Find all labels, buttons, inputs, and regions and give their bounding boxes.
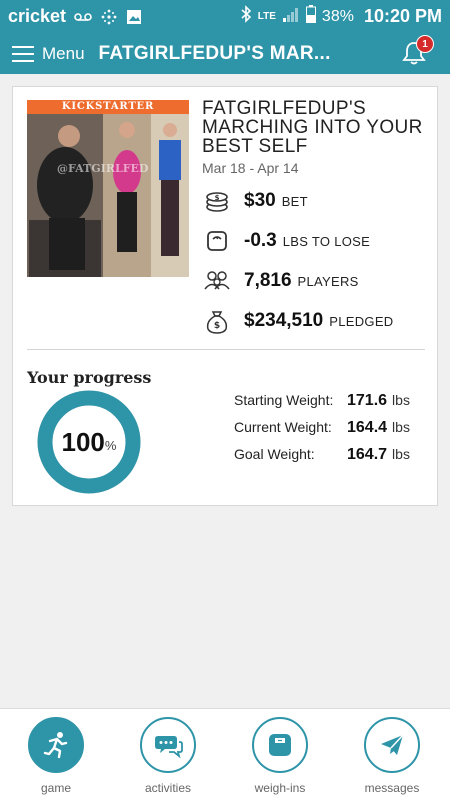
challenge-card[interactable]: KICKSTARTER @FATGIRLFED FATGIRLFEDUP'S M… (12, 86, 438, 506)
challenge-title: FATGIRLFEDUP'S MARCHING INTO YOUR BEST S… (202, 98, 423, 157)
svg-text:$: $ (214, 321, 220, 331)
goal-weight-unit: lbs (392, 446, 410, 462)
bet-value: $30 (244, 190, 276, 211)
bottom-nav: game activities weigh-ins messages (0, 708, 450, 800)
progress-percent: 100 % (37, 390, 141, 494)
starting-weight-unit: lbs (392, 392, 410, 408)
starting-weight-label: Starting Weight: (234, 392, 334, 408)
players-icon (202, 266, 232, 296)
goal-weight-value: 164.7 (347, 446, 388, 463)
nav-activities[interactable]: activities (133, 717, 203, 795)
network-type: LTE (257, 11, 276, 22)
scale-icon (202, 226, 232, 256)
lbs-to-lose-unit: LBS TO LOSE (282, 233, 371, 249)
lbs-to-lose-value: -0.3 (244, 230, 277, 251)
challenge-dates: Mar 18 - Apr 14 (202, 160, 299, 176)
app-bar: Menu FATGIRLFEDUP'S MAR... 1 (0, 33, 450, 74)
money-bag-icon: $ (202, 306, 232, 336)
notification-badge: 1 (416, 35, 434, 53)
app-dots-icon (100, 8, 118, 26)
coins-icon: $ (202, 186, 232, 216)
carrier-name: cricket (8, 6, 67, 26)
signal-icon (282, 6, 300, 27)
current-weight-row: Current Weight: 164.4 lbs (234, 419, 434, 446)
pledged-unit: PLEDGED (329, 313, 394, 329)
players-value: 7,816 (244, 270, 292, 291)
current-weight-value: 164.4 (347, 419, 388, 436)
battery-icon (305, 5, 316, 28)
page-title: FATGIRLFEDUP'S MAR... (98, 42, 331, 64)
starting-weight-row: Starting Weight: 171.6 lbs (234, 392, 434, 419)
runner-icon[interactable] (28, 717, 84, 773)
photo-watermark: @FATGIRLFED (57, 162, 149, 175)
chat-bubbles-icon[interactable] (140, 717, 196, 773)
menu-icon[interactable] (12, 45, 34, 62)
bet-unit: BET (281, 193, 308, 209)
current-weight-label: Current Weight: (234, 419, 332, 435)
nav-weigh-ins-label[interactable]: weigh-ins (245, 781, 315, 795)
scale-icon[interactable] (252, 717, 308, 773)
nav-messages[interactable]: messages (357, 717, 427, 795)
current-weight-unit: lbs (392, 419, 410, 435)
clock: 10:20 PM (363, 6, 442, 26)
bluetooth-icon (240, 5, 252, 28)
voicemail-icon (74, 12, 92, 22)
kickstarter-banner: KICKSTARTER (27, 100, 189, 114)
notifications-button[interactable]: 1 (400, 35, 434, 67)
progress-percent-sign: % (104, 437, 117, 453)
svg-text:$: $ (215, 194, 220, 202)
nav-messages-label[interactable]: messages (357, 781, 427, 795)
challenge-photo: KICKSTARTER @FATGIRLFED (27, 100, 189, 277)
goal-weight-row: Goal Weight: 164.7 lbs (234, 446, 434, 473)
goal-weight-label: Goal Weight: (234, 446, 315, 462)
progress-percent-value: 100 (61, 426, 105, 457)
status-bar: cricket LTE 38% 10:20 PM (0, 0, 450, 33)
nav-weigh-ins[interactable]: weigh-ins (245, 717, 315, 795)
menu-button[interactable]: Menu (42, 44, 85, 64)
divider (27, 349, 425, 350)
battery-percent: 38% (321, 7, 354, 25)
paper-plane-icon[interactable] (364, 717, 420, 773)
nav-activities-label[interactable]: activities (133, 781, 203, 795)
stat-players: 7,816 PLAYERS (202, 266, 359, 296)
nav-game[interactable]: game (21, 717, 91, 795)
starting-weight-value: 171.6 (347, 392, 388, 409)
weights-list: Starting Weight: 171.6 lbs Current Weigh… (234, 392, 434, 473)
players-unit: PLAYERS (297, 273, 359, 289)
stat-pledged: $ $234,510 PLEDGED (202, 306, 393, 336)
pledged-value: $234,510 (244, 310, 324, 331)
progress-heading: Your progress (27, 368, 152, 387)
nav-game-label[interactable]: game (21, 781, 91, 795)
image-icon (126, 9, 142, 25)
stat-bet: $ $30 BET (202, 186, 308, 216)
stat-lbs-to-lose: -0.3 LBS TO LOSE (202, 226, 370, 256)
